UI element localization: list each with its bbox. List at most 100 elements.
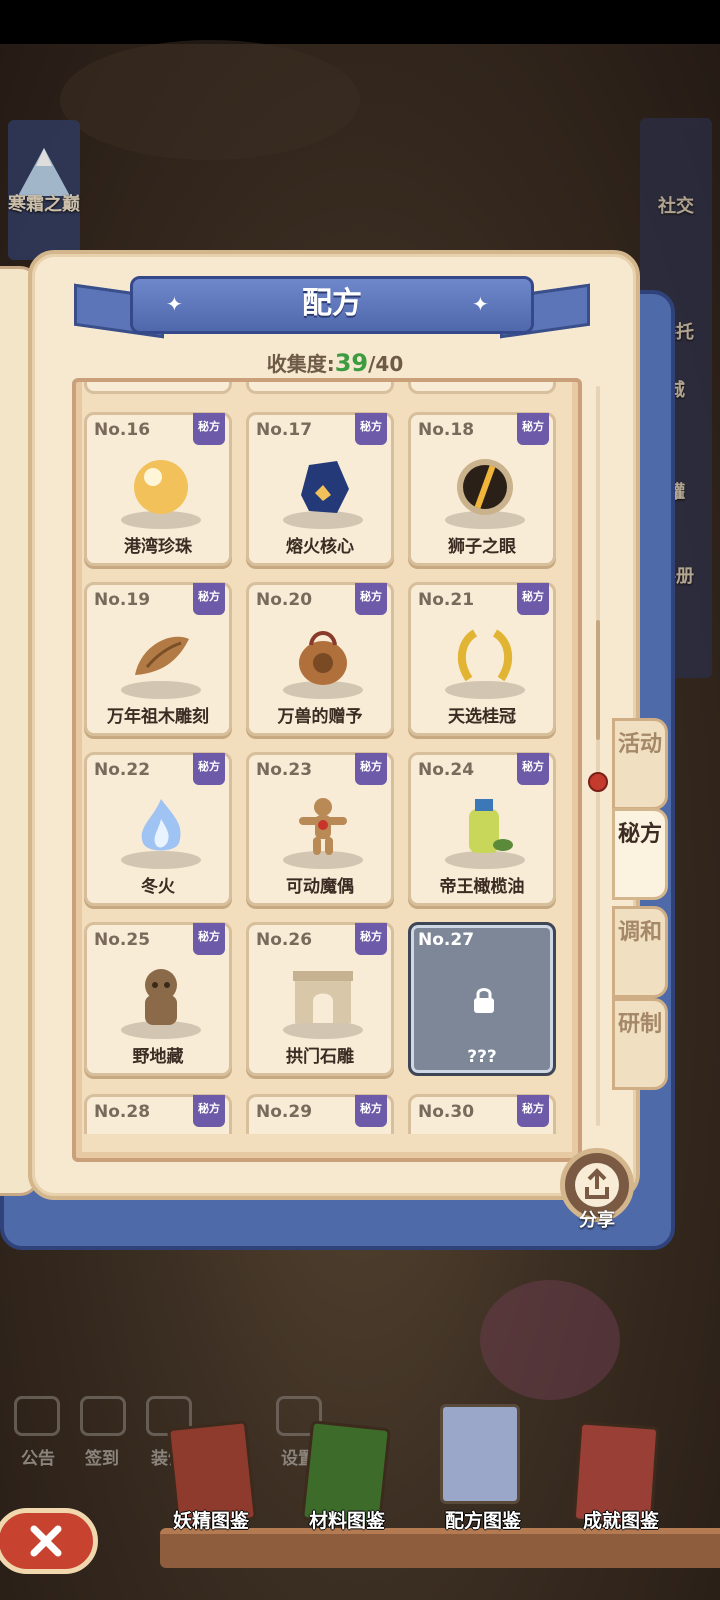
recipe-card[interactable]: No.20 秘方 万兽的赠予 [246, 582, 394, 736]
lion-eye-icon [457, 459, 513, 515]
scrollbar-thumb[interactable] [596, 620, 600, 740]
secret-recipe-badge: 秘方 [355, 1095, 387, 1127]
recipe-number: No.19 [94, 590, 151, 610]
secret-recipe-badge: 秘方 [193, 753, 225, 785]
lava-core-icon [301, 461, 349, 513]
secret-recipe-badge: 秘方 [355, 923, 387, 955]
wood-carving-icon [135, 636, 189, 675]
secret-recipe-badge: 秘方 [193, 1095, 225, 1127]
tab-secret-recipes[interactable]: 秘方 [612, 808, 668, 900]
recipe-card[interactable]: No.26 秘方 拱门石雕 [246, 922, 394, 1076]
checkin-label: 签到 [85, 1449, 119, 1469]
recipe-grid-scrollbar[interactable] [596, 386, 600, 1126]
recipe-name: 天选桂冠 [448, 707, 516, 727]
collection-progress: 收集度:39/40 [0, 348, 670, 377]
recipe-card[interactable]: No.23 秘方 可动魔偶 [246, 752, 394, 906]
achievement-book-label[interactable]: 成就图鉴 [556, 1506, 686, 1533]
recipe-card-partial[interactable]: No.29 秘方 [246, 1094, 394, 1134]
recipe-card[interactable]: No.16 秘方 港湾珍珠 [84, 412, 232, 566]
secret-recipe-badge: 秘方 [517, 753, 549, 785]
winter-fire-icon [141, 799, 181, 851]
idol-icon [145, 969, 177, 1025]
recipe-number: No.16 [94, 420, 151, 440]
arch-icon [293, 971, 353, 1023]
pearl-icon [134, 460, 188, 514]
collection-total: /40 [368, 352, 404, 376]
recipe-card-partial[interactable] [84, 382, 232, 394]
laurel-icon [457, 629, 513, 682]
share-label: 分享 [579, 1210, 615, 1231]
secret-recipe-badge: 秘方 [517, 1095, 549, 1127]
recipe-book-label[interactable]: 配方图鉴 [418, 1506, 548, 1533]
beast-gift-icon [299, 631, 347, 685]
secret-recipe-badge: 秘方 [517, 583, 549, 615]
collection-label: 收集度: [266, 352, 335, 376]
recipe-number: No.21 [418, 590, 475, 610]
checkin-icon[interactable] [80, 1396, 126, 1436]
recipe-card-locked[interactable]: No.27 ??? [408, 922, 556, 1076]
secret-recipe-badge: 秘方 [193, 413, 225, 445]
recipe-name: 万年祖木雕刻 [107, 707, 209, 727]
social-button[interactable]: 社交 [640, 192, 712, 218]
secret-recipe-badge: 秘方 [193, 583, 225, 615]
recipe-number: No.20 [256, 590, 313, 610]
recipe-card[interactable]: No.19 秘方 万年祖木雕刻 [84, 582, 232, 736]
recipe-number: No.29 [256, 1102, 313, 1122]
material-book-label[interactable]: 材料图鉴 [282, 1506, 412, 1533]
voodoo-doll-icon [299, 798, 347, 855]
recipe-name: 冬火 [141, 877, 175, 897]
status-bar [0, 0, 720, 44]
page-title: 配方 [302, 286, 362, 321]
book-shelf [160, 1528, 720, 1568]
recipe-name: 拱门石雕 [286, 1047, 354, 1067]
fairy-book-label[interactable]: 妖精图鉴 [146, 1506, 276, 1533]
recipe-number: No.23 [256, 760, 313, 780]
recipe-name: 可动魔偶 [286, 877, 354, 897]
recipe-number: No.18 [418, 420, 475, 440]
recipe-name: ??? [467, 1047, 497, 1067]
game-screen: 寒霜之巅 社交 委托 城 罐 手册 ✦ ✦ 配方 收集度:39/40 No.16… [0, 0, 720, 1600]
recipe-card-partial[interactable]: No.30 秘方 [408, 1094, 556, 1134]
event-banner-label: 寒霜之巅 [8, 194, 80, 215]
recipe-name: 野地藏 [132, 1047, 184, 1067]
recipe-card[interactable]: No.21 秘方 天选桂冠 [408, 582, 556, 736]
recipe-card[interactable]: No.25 秘方 野地藏 [84, 922, 232, 1076]
background-decor [480, 1280, 620, 1400]
tab-research[interactable]: 研制 [612, 998, 668, 1090]
secret-recipe-badge: 秘方 [355, 413, 387, 445]
recipe-name: 狮子之眼 [448, 537, 516, 557]
olive-oil-icon [469, 799, 513, 853]
recipe-number: No.22 [94, 760, 151, 780]
recipe-number: No.26 [256, 930, 313, 950]
notice-label: 公告 [21, 1449, 55, 1469]
secret-recipe-badge: 秘方 [355, 583, 387, 615]
recipe-card[interactable]: No.17 秘方 熔火核心 [246, 412, 394, 566]
recipe-name: 熔火核心 [286, 537, 354, 557]
recipe-card[interactable]: No.24 秘方 帝王橄榄油 [408, 752, 556, 906]
recipe-name: 港湾珍珠 [124, 537, 192, 557]
notification-dot [588, 772, 608, 792]
tab-blending[interactable]: 调和 [612, 906, 668, 998]
recipe-card[interactable]: No.18 秘方 狮子之眼 [408, 412, 556, 566]
secret-recipe-badge: 秘方 [355, 753, 387, 785]
close-button[interactable] [0, 1508, 98, 1574]
recipe-card-partial[interactable]: No.28 秘方 [84, 1094, 232, 1134]
recipe-number: No.27 [418, 930, 475, 950]
tab-events[interactable]: 活动 [612, 718, 668, 810]
recipe-book-icon[interactable] [440, 1404, 520, 1504]
recipe-card-partial[interactable] [246, 382, 394, 394]
recipe-name: 万兽的赠予 [277, 707, 363, 727]
event-banner-frost-peak[interactable]: 寒霜之巅 [8, 120, 80, 260]
recipe-number: No.17 [256, 420, 313, 440]
lock-icon [474, 988, 494, 1013]
background-decor [60, 40, 360, 160]
recipe-name: 帝王橄榄油 [439, 877, 525, 897]
notice-icon[interactable] [14, 1396, 60, 1436]
recipe-card-partial[interactable] [408, 382, 556, 394]
collection-count: 39 [334, 349, 369, 377]
recipe-number: No.30 [418, 1102, 475, 1122]
secret-recipe-badge: 秘方 [517, 413, 549, 445]
secret-recipe-badge: 秘方 [193, 923, 225, 955]
recipe-card[interactable]: No.22 秘方 冬火 [84, 752, 232, 906]
recipe-number: No.24 [418, 760, 475, 780]
